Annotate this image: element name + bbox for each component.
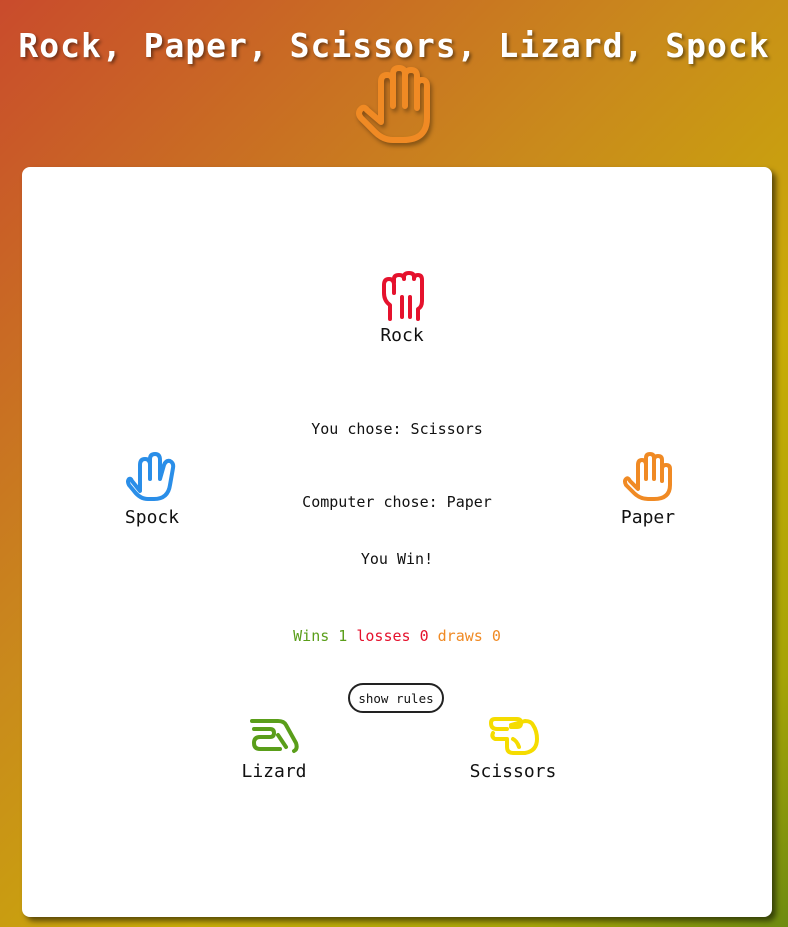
losses-label: losses	[356, 627, 411, 645]
choice-label-scissors: Scissors	[469, 761, 557, 782]
show-rules-button[interactable]: show rules	[348, 683, 444, 713]
choice-scissors[interactable]: Scissors	[453, 715, 573, 782]
choice-paper[interactable]: Paper	[598, 451, 698, 528]
page-title: Rock, Paper, Scissors, Lizard, Spock	[18, 26, 770, 66]
player-choice-text: You chose: Scissors	[311, 420, 483, 438]
wins-label: Wins	[293, 627, 330, 645]
game-card: Rock Spock Paper Lizard Scissors You cho…	[22, 167, 772, 917]
draws-label: draws	[437, 627, 483, 645]
choice-rock[interactable]: Rock	[352, 271, 452, 346]
losses-count: 0	[419, 627, 429, 645]
raised-hand-icon	[356, 65, 430, 143]
fist-icon	[382, 271, 424, 321]
lizard-hand-icon	[250, 719, 299, 753]
choice-lizard[interactable]: Lizard	[224, 715, 324, 782]
computer-choice-text: Computer chose: Paper	[302, 493, 492, 511]
choice-label-lizard: Lizard	[241, 761, 307, 782]
choice-label-rock: Rock	[380, 325, 424, 346]
outcome-text: You Win!	[360, 550, 434, 568]
draws-count: 0	[491, 627, 501, 645]
scissors-hand-icon	[489, 717, 539, 755]
choice-spock[interactable]: Spock	[102, 451, 202, 528]
scoreboard: Wins 1 losses 0 draws 0	[22, 627, 772, 645]
wins-count: 1	[338, 627, 348, 645]
